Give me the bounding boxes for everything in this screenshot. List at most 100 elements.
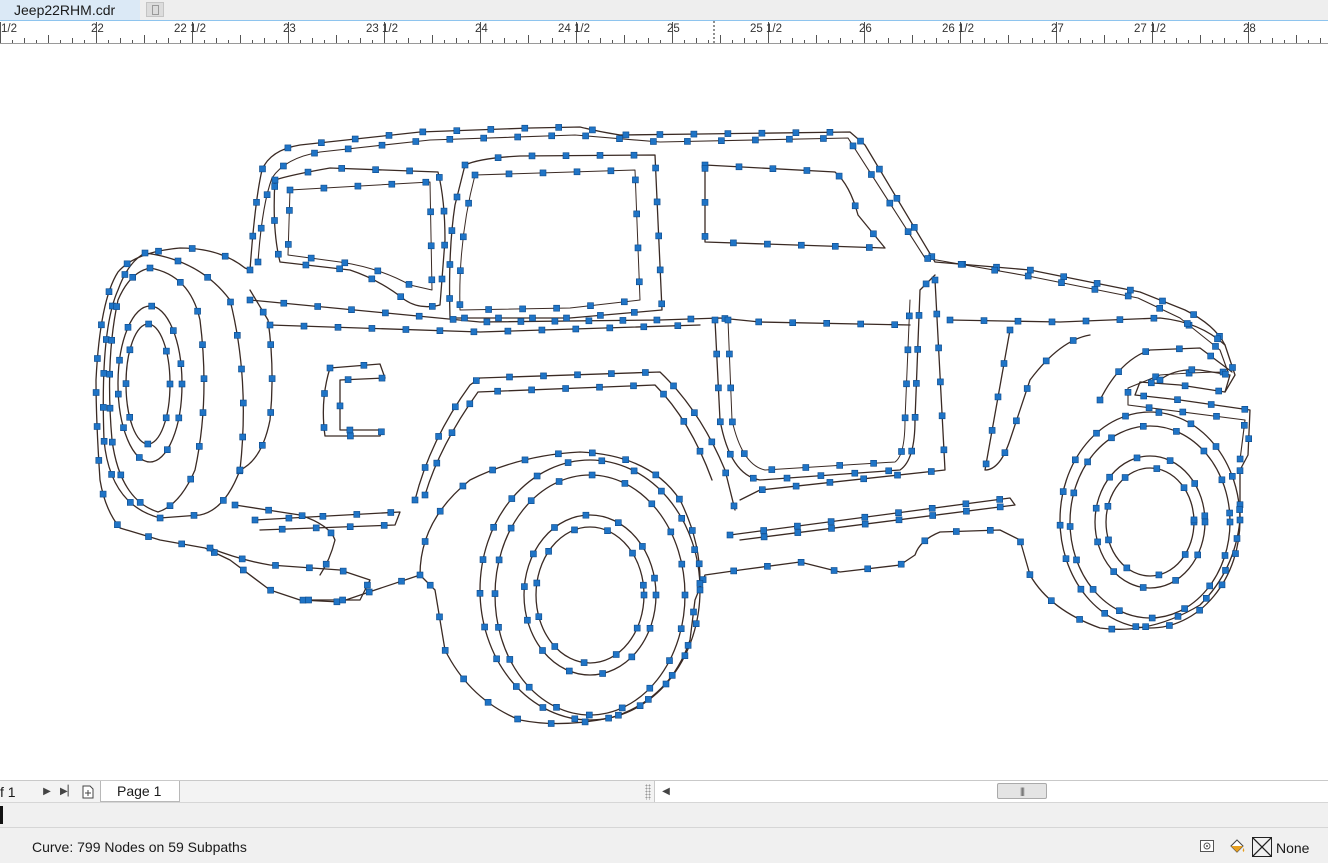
curve-node[interactable] <box>1084 458 1091 466</box>
curve-node[interactable] <box>620 298 628 306</box>
curve-node[interactable] <box>1048 318 1056 326</box>
curve-node[interactable] <box>886 199 894 207</box>
curve-node[interactable] <box>607 167 615 175</box>
curve-node[interactable] <box>300 322 308 330</box>
curve-node[interactable] <box>701 199 709 206</box>
curve-node[interactable] <box>730 502 738 510</box>
curve-node[interactable] <box>1058 279 1065 287</box>
curve-node[interactable] <box>545 547 552 555</box>
curve-node[interactable] <box>988 427 996 434</box>
curve-node[interactable] <box>1142 348 1149 355</box>
curve-node[interactable] <box>718 137 725 144</box>
curve-node[interactable] <box>284 241 292 248</box>
curve-node[interactable] <box>415 312 423 320</box>
curve-node[interactable] <box>105 288 113 296</box>
curve-node[interactable] <box>996 496 1004 503</box>
curve-node[interactable] <box>885 467 893 475</box>
curve-node[interactable] <box>428 303 436 310</box>
curve-node[interactable] <box>921 537 929 545</box>
curve-node[interactable] <box>1184 320 1191 327</box>
curve-node[interactable] <box>760 527 768 534</box>
curve-node[interactable] <box>555 478 563 485</box>
curve-node[interactable] <box>238 555 246 563</box>
curve-node[interactable] <box>280 299 288 307</box>
curve-node[interactable] <box>1190 516 1198 524</box>
curve-node[interactable] <box>827 518 835 525</box>
curve-node[interactable] <box>406 167 413 175</box>
curve-node[interactable] <box>421 464 429 471</box>
horizontal-ruler[interactable]: 1/2 22 22 1/2 23 23 1/2 24 24 1/2 25 25 … <box>0 21 1328 44</box>
curve-node[interactable] <box>1207 401 1215 408</box>
curve-node[interactable] <box>156 514 164 522</box>
curve-node[interactable] <box>100 437 108 445</box>
curve-node[interactable] <box>481 623 488 631</box>
curve-node[interactable] <box>353 511 361 518</box>
curve-node[interactable] <box>724 316 732 324</box>
curve-node[interactable] <box>435 433 442 440</box>
curve-node[interactable] <box>490 523 497 531</box>
curve-node[interactable] <box>506 373 513 381</box>
curve-node[interactable] <box>494 387 501 395</box>
curve-node[interactable] <box>533 472 541 480</box>
curve-node[interactable] <box>596 152 604 159</box>
curve-node[interactable] <box>470 328 478 336</box>
curve-node[interactable] <box>489 466 496 474</box>
tab-scroll-splitter[interactable] <box>645 784 651 800</box>
curve-node[interactable] <box>249 232 257 240</box>
curve-node[interactable] <box>667 528 675 536</box>
curve-node[interactable] <box>1148 614 1156 622</box>
curve-node[interactable] <box>794 522 801 530</box>
curve-node[interactable] <box>651 574 658 582</box>
curve-node[interactable] <box>360 361 368 369</box>
curve-node[interactable] <box>893 195 901 202</box>
curve-node[interactable] <box>563 314 570 322</box>
curve-node[interactable] <box>1201 512 1209 520</box>
curve-node[interactable] <box>688 527 696 534</box>
camera-icon[interactable] <box>1199 838 1217 856</box>
curve-node[interactable] <box>648 500 656 508</box>
curve-node[interactable] <box>347 432 354 440</box>
curve-node[interactable] <box>318 139 325 146</box>
curve-node[interactable] <box>730 567 738 575</box>
curve-node[interactable] <box>491 590 499 597</box>
curve-node[interactable] <box>1092 504 1100 512</box>
curve-node[interactable] <box>562 152 570 159</box>
curve-node[interactable] <box>1069 337 1077 344</box>
curve-node[interactable] <box>924 255 932 262</box>
curve-node[interactable] <box>1132 623 1140 630</box>
curve-node[interactable] <box>348 306 355 314</box>
curve-node[interactable] <box>1159 297 1166 305</box>
curve-node[interactable] <box>597 312 604 319</box>
curve-node[interactable] <box>634 244 642 252</box>
curve-node[interactable] <box>448 227 456 234</box>
curve-node[interactable] <box>905 312 913 320</box>
curve-node[interactable] <box>952 528 960 535</box>
curve-node[interactable] <box>646 684 654 692</box>
curve-node[interactable] <box>826 129 834 136</box>
curve-node[interactable] <box>354 182 362 190</box>
curve-node[interactable] <box>145 320 152 328</box>
jeep-curve-drawing[interactable] <box>0 44 1328 780</box>
curve-node[interactable] <box>589 126 596 134</box>
curve-node[interactable] <box>1201 518 1209 526</box>
curve-node[interactable] <box>1121 474 1129 481</box>
curve-node[interactable] <box>108 471 115 478</box>
curve-node[interactable] <box>170 327 177 334</box>
curve-node[interactable] <box>1091 286 1099 293</box>
curve-node[interactable] <box>690 608 697 616</box>
curve-node[interactable] <box>456 301 464 308</box>
curve-node[interactable] <box>758 129 766 137</box>
curve-node[interactable] <box>618 704 626 712</box>
curve-node[interactable] <box>538 326 546 334</box>
curve-node[interactable] <box>311 149 318 157</box>
paint-bucket-icon[interactable] <box>1228 838 1246 856</box>
curve-node[interactable] <box>1181 551 1189 558</box>
curve-node[interactable] <box>1093 280 1101 287</box>
curve-node[interactable] <box>823 319 831 327</box>
curve-node[interactable] <box>141 249 149 257</box>
last-page-icon[interactable]: ▶▏ <box>60 785 75 799</box>
curve-node[interactable] <box>639 543 646 550</box>
curve-node[interactable] <box>635 278 643 286</box>
curve-node[interactable] <box>257 224 265 232</box>
curve-node[interactable] <box>904 346 912 354</box>
